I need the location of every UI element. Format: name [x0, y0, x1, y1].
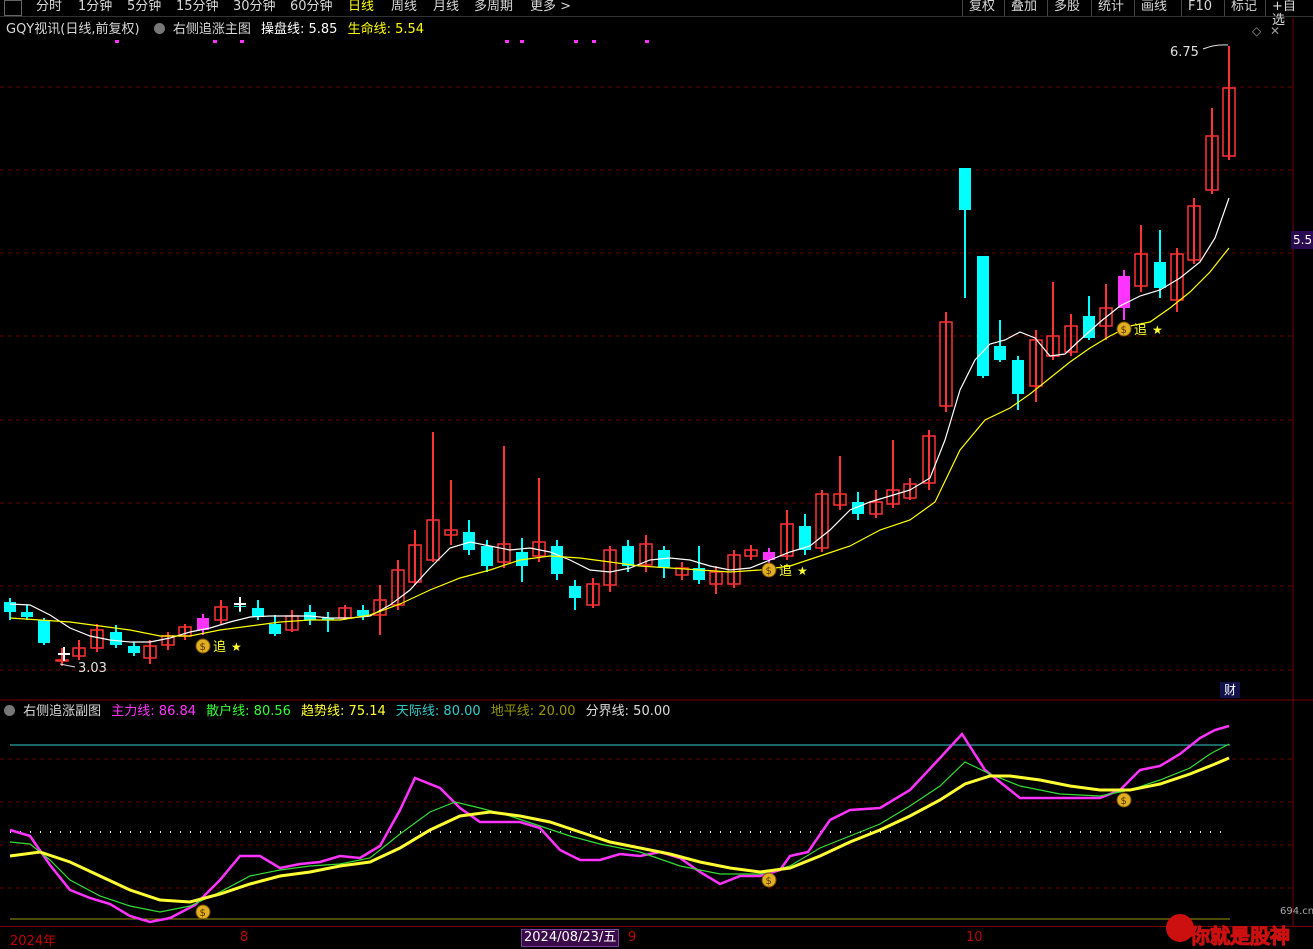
candle-body — [481, 546, 493, 566]
kline-chart[interactable]: 6.75 3.03 $ 追 ★ $ 追 ★ $ 追 ★ $ $ $ — [0, 0, 1313, 946]
money-bag-glyph: $ — [766, 566, 772, 577]
candle-body — [1154, 262, 1166, 288]
star-icon: ★ — [797, 564, 808, 578]
candle-body — [38, 620, 50, 643]
signal-dot — [645, 40, 649, 43]
watermark: 694.cn 你就是股神 — [1162, 906, 1313, 949]
candle-body — [4, 602, 16, 612]
candle-body — [269, 624, 281, 634]
money-bag-glyph: $ — [200, 908, 206, 919]
candle-body — [110, 632, 122, 645]
axis-oct: 10 — [966, 930, 983, 945]
high-price-label: 6.75 — [1170, 45, 1199, 60]
signal-dot — [574, 40, 578, 43]
candle-body — [1012, 360, 1024, 394]
signal-dot — [592, 40, 596, 43]
retail-line — [9, 743, 1230, 913]
candle-body — [128, 646, 140, 653]
candle-body — [1118, 276, 1130, 308]
low-price-label: 3.03 — [78, 661, 107, 676]
money-bag-glyph: $ — [1121, 325, 1127, 336]
money-bag-glyph: $ — [200, 642, 206, 653]
chase-label: 追 — [1134, 322, 1147, 338]
signal-dot — [505, 40, 509, 43]
high-arrow — [1202, 44, 1229, 50]
money-bag-glyph: $ — [766, 876, 772, 887]
axis-sep: 9 — [628, 930, 637, 945]
star-icon: ★ — [1152, 323, 1163, 337]
money-bag-glyph: $ — [1121, 796, 1127, 807]
candle-body — [252, 608, 264, 617]
candle-body — [569, 586, 581, 598]
watermark-site: 694.cn — [1280, 906, 1313, 917]
signal-dot — [213, 40, 217, 43]
candle-body — [55, 659, 69, 662]
chase-label: 追 — [213, 639, 226, 655]
main-force-line — [9, 724, 1230, 924]
life-line — [9, 247, 1230, 637]
axis-year: 2024年 — [10, 934, 57, 949]
axis-cursor-date: 2024/08/23/五 — [521, 929, 620, 947]
candle-body — [622, 546, 634, 566]
candle-body — [977, 256, 989, 376]
candle-body — [463, 532, 475, 550]
watermark-text: 你就是股神 — [1190, 924, 1291, 949]
price-tag: 5.5 — [1291, 231, 1313, 249]
candle-body — [551, 546, 563, 574]
signal-dot — [520, 40, 524, 43]
date-axis: 2024年 8 2024/08/23/五 9 10 — [0, 926, 1313, 949]
trend-line — [9, 756, 1230, 904]
chase-label: 追 — [779, 563, 792, 579]
candle-body — [959, 168, 971, 210]
signal-dot — [240, 40, 244, 43]
star-icon: ★ — [231, 640, 242, 654]
finance-badge[interactable]: 财 — [1220, 682, 1240, 698]
candle-body — [1083, 316, 1095, 338]
candle-body — [994, 346, 1006, 360]
signal-dot — [115, 40, 119, 43]
candle-body — [21, 612, 33, 617]
axis-aug: 8 — [240, 930, 249, 945]
